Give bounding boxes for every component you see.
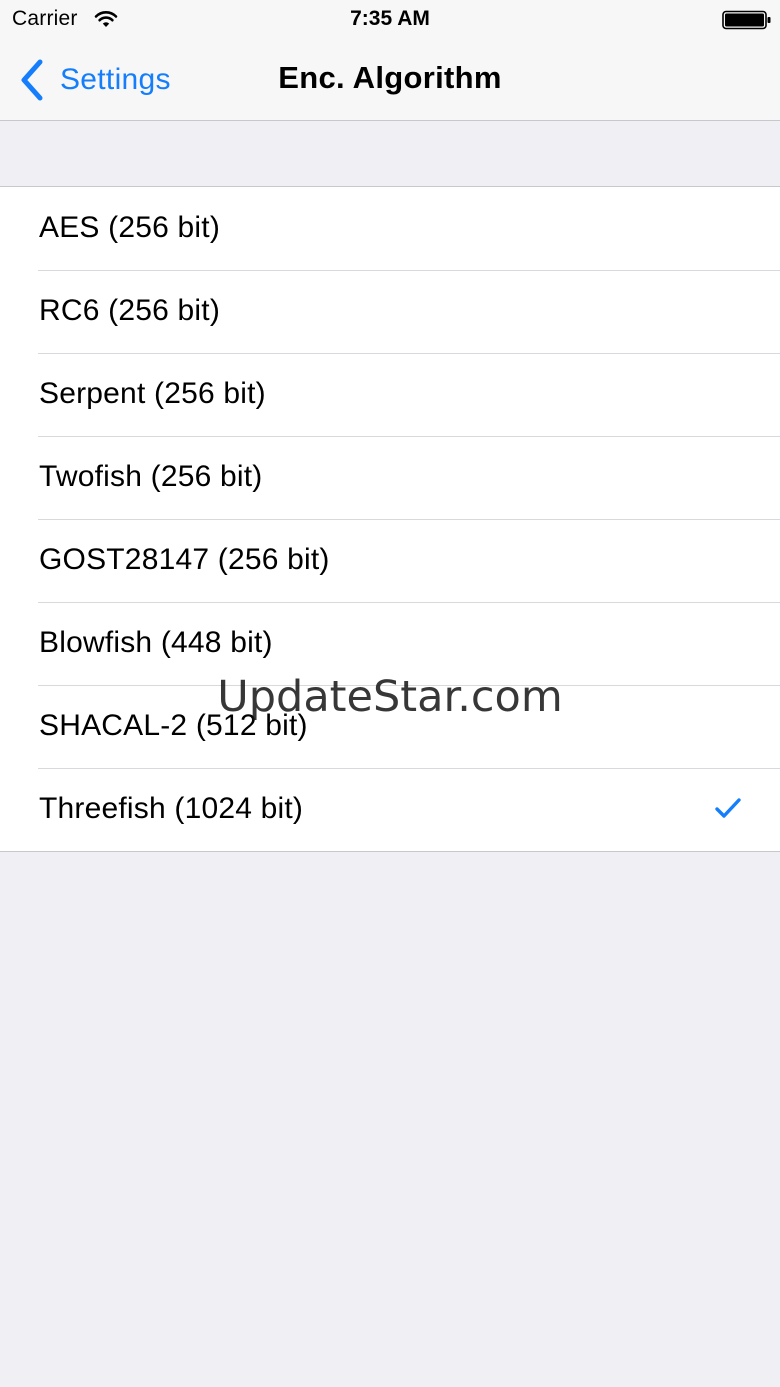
algorithm-option[interactable]: Threefish (1024 bit) [0,768,780,851]
algorithm-option-label: Blowfish (448 bit) [39,626,273,659]
algorithm-option-label: GOST28147 (256 bit) [39,543,330,576]
status-bar: Carrier 7:35 AM [0,0,780,40]
top-bar: Carrier 7:35 AM Settings Enc. Algorithm [0,0,780,121]
checkmark-icon [715,798,741,818]
status-time: 7:35 AM [350,7,430,30]
page-title: Enc. Algorithm [278,60,502,95]
algorithm-option-label: Serpent (256 bit) [39,377,266,410]
battery-full-icon [722,10,771,30]
algorithm-option[interactable]: GOST28147 (256 bit) [0,519,780,602]
algorithm-option-label: Threefish (1024 bit) [39,792,304,825]
algorithm-option[interactable]: SHACAL-2 (512 bit) [0,685,780,768]
algorithm-option-label: RC6 (256 bit) [39,294,221,327]
algorithm-option[interactable]: Blowfish (448 bit) [0,602,780,685]
algorithm-option[interactable]: AES (256 bit) [0,187,780,270]
algorithm-option[interactable]: Serpent (256 bit) [0,353,780,436]
algorithm-option-label: AES (256 bit) [39,211,221,244]
navigation-bar: Settings Enc. Algorithm [0,40,780,120]
algorithm-option[interactable]: RC6 (256 bit) [0,270,780,353]
algorithm-list: AES (256 bit) RC6 (256 bit) Serpent (256 b… [0,186,780,852]
algorithm-option-label: SHACAL-2 (512 bit) [39,709,308,742]
algorithm-option-label: Twofish (256 bit) [39,460,263,493]
algorithm-option[interactable]: Twofish (256 bit) [0,436,780,519]
